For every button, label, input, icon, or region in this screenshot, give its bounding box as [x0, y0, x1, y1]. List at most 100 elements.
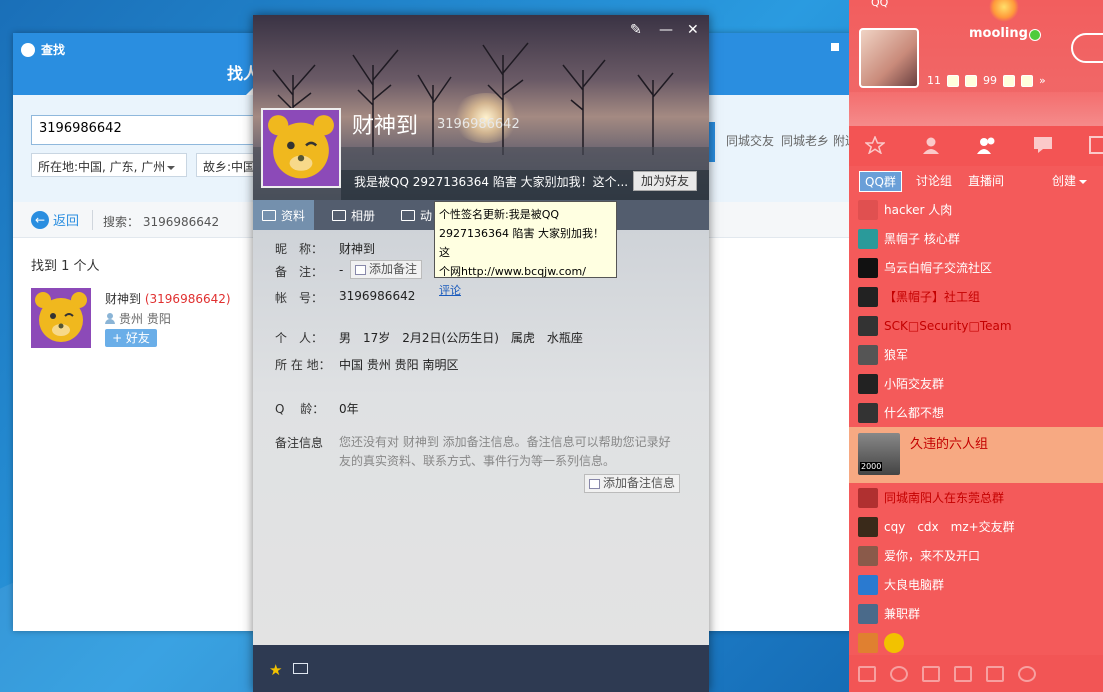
result-name-text: 财神到: [105, 292, 142, 306]
profile-footer: [253, 645, 709, 692]
apps-icon[interactable]: [1089, 136, 1103, 154]
filter-fellow-townsmen[interactable]: 同城老乡: [781, 132, 829, 149]
tab-qq-groups[interactable]: QQ群: [859, 171, 902, 192]
list-item[interactable]: 乌云白帽子交流社区: [849, 253, 1103, 282]
my-avatar[interactable]: [859, 28, 919, 88]
mail-count[interactable]: 99: [983, 74, 997, 87]
group-list: hacker 人肉 黑帽子 核心群 乌云白帽子交流社区 【黑帽子】社工组 SCK…: [849, 195, 1103, 657]
comment-link[interactable]: 评论: [439, 281, 612, 300]
star-icon[interactable]: ★: [269, 661, 282, 679]
result-name[interactable]: 财神到 (3196986642): [105, 290, 231, 307]
qq-penguin-icon: [21, 42, 35, 57]
list-item[interactable]: 【黑帽子】社工组: [849, 282, 1103, 311]
list-item[interactable]: 兼职群: [849, 599, 1103, 628]
list-item[interactable]: SCK□Security□Team: [849, 311, 1103, 340]
add-remark-button[interactable]: 添加备注: [350, 260, 423, 279]
result-avatar[interactable]: [31, 288, 91, 348]
note-label: 备注信息: [275, 436, 324, 450]
add-friend-button[interactable]: 加为好友: [633, 171, 697, 191]
tab-profile[interactable]: 资料: [253, 200, 315, 230]
profile-card-icon: [262, 209, 276, 221]
tooltip-line-2: 2927136364 陷害 大家别加我！这: [439, 227, 604, 259]
list-item[interactable]: 狼军: [849, 340, 1103, 369]
group-name: 狼军: [884, 348, 909, 362]
tab-profile-label: 资料: [281, 208, 306, 223]
add-note-button[interactable]: 添加备注信息: [584, 474, 681, 493]
list-item[interactable]: hacker 人肉: [849, 195, 1103, 224]
mail-icon[interactable]: [293, 663, 308, 674]
group-avatar: [858, 487, 878, 508]
qq-main-panel: QQ mooling 11 99 » QQ群 讨论组 直播间 创建 hacker…: [849, 0, 1103, 692]
minimize-button[interactable]: —: [659, 22, 673, 38]
list-item[interactable]: 爱你，来不及开口: [849, 541, 1103, 570]
list-item[interactable]: 什么都不想: [849, 398, 1103, 427]
folder-icon[interactable]: [954, 665, 972, 682]
account-value: 3196986642: [339, 289, 416, 303]
qq-app-title: QQ: [871, 0, 889, 9]
tab-feed-label: 动: [420, 208, 433, 223]
qzone-count[interactable]: 11: [927, 74, 941, 87]
group-avatar: [858, 315, 878, 336]
qage-label: Q 龄：: [275, 402, 325, 416]
location-select-label: 所在地:中国, 广东, 广州: [38, 160, 166, 174]
group-name: 兼职群: [884, 607, 921, 621]
profile-signature[interactable]: 我是被QQ 2927136364 陷害 大家别加我！这个...: [354, 173, 628, 190]
list-item[interactable]: 大良电脑群: [849, 570, 1103, 599]
list-item[interactable]: [849, 628, 1103, 657]
profile-name: 财神到: [352, 114, 419, 139]
volume-icon[interactable]: [922, 665, 940, 682]
weather-cloud-icon[interactable]: [1071, 33, 1103, 63]
group-name: 爱你，来不及开口: [884, 549, 981, 563]
add-friend-button[interactable]: + 好友: [105, 329, 157, 347]
mail-icon[interactable]: [965, 74, 977, 87]
back-arrow-icon: ←: [31, 210, 49, 229]
profile-avatar[interactable]: [261, 108, 341, 188]
group-name: SCK□Security□Team: [884, 318, 1012, 333]
list-item[interactable]: 黑帽子 核心群: [849, 224, 1103, 253]
settings-gear-icon[interactable]: [890, 665, 908, 682]
found-count: 找到 1 个人: [31, 259, 100, 274]
filter-local-friends[interactable]: 同城交友: [726, 132, 774, 149]
signature-tooltip: 个性签名更新:我是被QQ 2927136364 陷害 大家别加我！这 个网htt…: [434, 201, 617, 297]
group-avatar: [858, 545, 878, 566]
my-nickname[interactable]: mooling: [969, 26, 1028, 41]
find-title-text: 查找: [41, 43, 66, 57]
remark-label: 备 注：: [275, 265, 324, 279]
tab-discussion[interactable]: 讨论组: [911, 171, 957, 190]
more-icon[interactable]: »: [1039, 74, 1046, 87]
search-icon[interactable]: [1018, 665, 1036, 682]
group-avatar: [858, 257, 878, 278]
nickname-value: 财神到: [339, 242, 376, 256]
cart-icon[interactable]: [1003, 74, 1015, 87]
close-button[interactable]: ✕: [687, 22, 699, 38]
wallet-icon[interactable]: [1021, 74, 1033, 87]
selected-group[interactable]: 2000 久违的六人组: [849, 427, 1103, 483]
conversation-icon[interactable]: [1033, 136, 1053, 154]
app-box-icon[interactable]: [986, 665, 1004, 682]
favorites-star-icon[interactable]: [865, 136, 885, 154]
back-button[interactable]: ← 返回: [31, 210, 79, 229]
browser-icon[interactable]: [947, 74, 959, 87]
tab-album[interactable]: 相册: [323, 200, 384, 230]
search-input[interactable]: 3196986642: [31, 115, 271, 145]
groups-icon[interactable]: [977, 136, 997, 154]
group-name: 同城南阳人在东莞总群: [884, 491, 1005, 505]
tab-live[interactable]: 直播间: [963, 171, 1009, 190]
lock-icon[interactable]: [831, 43, 839, 51]
main-menu-icon[interactable]: [858, 665, 876, 682]
group-avatar: [858, 516, 878, 537]
skin-brush-icon[interactable]: ✎: [630, 22, 642, 38]
list-item[interactable]: 小陌交友群: [849, 369, 1103, 398]
list-item[interactable]: cqy cdx mz+交友群: [849, 512, 1103, 541]
online-status-icon[interactable]: [1029, 29, 1041, 41]
list-item[interactable]: 同城南阳人在东莞总群: [849, 483, 1103, 512]
edit-icon: [355, 264, 366, 275]
group-badge: 2000: [860, 462, 883, 471]
search-summary: 搜索： 3196986642: [103, 215, 220, 229]
contacts-icon[interactable]: [921, 136, 941, 154]
create-menu[interactable]: 创建: [1047, 171, 1092, 190]
location-select[interactable]: 所在地:中国, 广东, 广州: [31, 153, 187, 177]
qq-header: QQ mooling 11 99 »: [849, 0, 1103, 126]
result-number: (3196986642): [144, 292, 231, 306]
tooltip-line-1: 个性签名更新:我是被QQ: [439, 208, 560, 221]
